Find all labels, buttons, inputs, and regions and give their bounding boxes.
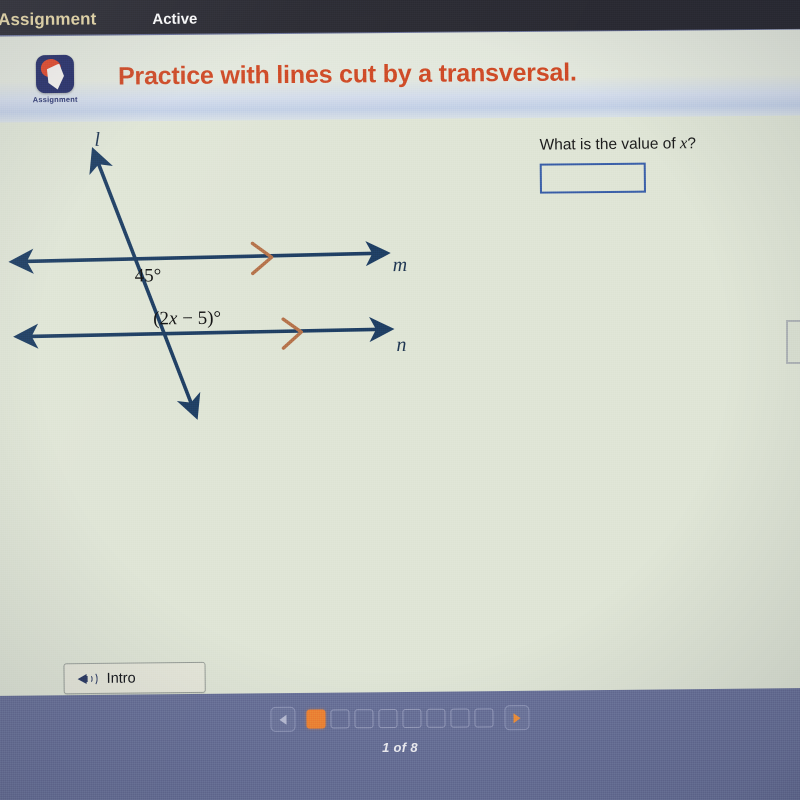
topbar-assignment-label: Assignment: [0, 8, 97, 29]
pager-step-7[interactable]: [450, 708, 470, 728]
screen-photo: Assignment Active Assignment Practice wi…: [0, 0, 800, 800]
chevron-left-icon: [279, 714, 287, 725]
parallel-tick-n-icon: [281, 317, 304, 350]
pager-step-3[interactable]: [354, 709, 374, 729]
transversal-diagram-svg: [8, 147, 395, 420]
pager-step-5[interactable]: [402, 708, 422, 728]
content-panel: What is the value of x? l m n 45° (2x − …: [0, 112, 800, 696]
right-edge-partial-control[interactable]: [786, 320, 800, 364]
intro-button-label: Intro: [106, 670, 136, 687]
angle-expr-after: − 5)°: [177, 307, 222, 330]
angle-label-2x-minus-5: (2x − 5)°: [153, 308, 221, 331]
angle-expr-before: (2: [153, 308, 170, 330]
pager-step-1[interactable]: [306, 709, 326, 729]
pager-count-label: 1 of 8: [382, 740, 418, 755]
pager-step-6[interactable]: [426, 708, 446, 728]
line-label-n: n: [396, 333, 407, 357]
line-label-m: m: [392, 253, 408, 277]
line-n-path: [13, 316, 395, 349]
bottom-nav-bar: 1 of 8: [0, 688, 800, 800]
line-label-l: l: [94, 128, 101, 151]
pagination-control: [270, 705, 530, 732]
assignment-icon-caption: Assignment: [32, 94, 78, 104]
topbar-status-active[interactable]: Active: [152, 10, 197, 27]
pager-step-8[interactable]: [474, 708, 494, 728]
line-m-path: [8, 241, 391, 274]
angle-label-45: 45°: [134, 265, 162, 287]
answer-input[interactable]: [539, 162, 646, 194]
pager-step-4[interactable]: [378, 709, 398, 729]
geometry-figure: l m n 45° (2x − 5)°: [0, 125, 457, 479]
pager-next-button[interactable]: [504, 705, 530, 731]
question-prompt-suffix: ?: [687, 135, 696, 153]
chevron-right-icon: [513, 712, 521, 723]
question-prompt-prefix: What is the value of: [539, 135, 681, 154]
assignment-header-band: Assignment Practice with lines cut by a …: [0, 29, 800, 123]
pager-prev-button[interactable]: [270, 706, 296, 732]
question-prompt: What is the value of x?: [539, 132, 779, 154]
parallel-tick-m-icon: [250, 241, 274, 276]
pager-step-2[interactable]: [330, 709, 350, 729]
intro-button[interactable]: Intro: [63, 661, 206, 695]
page-title: Practice with lines cut by a transversal…: [117, 57, 577, 90]
assignment-icon: [35, 54, 75, 93]
pager-step-list: [306, 708, 494, 729]
assignment-icon-group: Assignment: [24, 54, 86, 104]
question-block: What is the value of x?: [539, 132, 780, 194]
speaker-icon: [77, 670, 98, 686]
